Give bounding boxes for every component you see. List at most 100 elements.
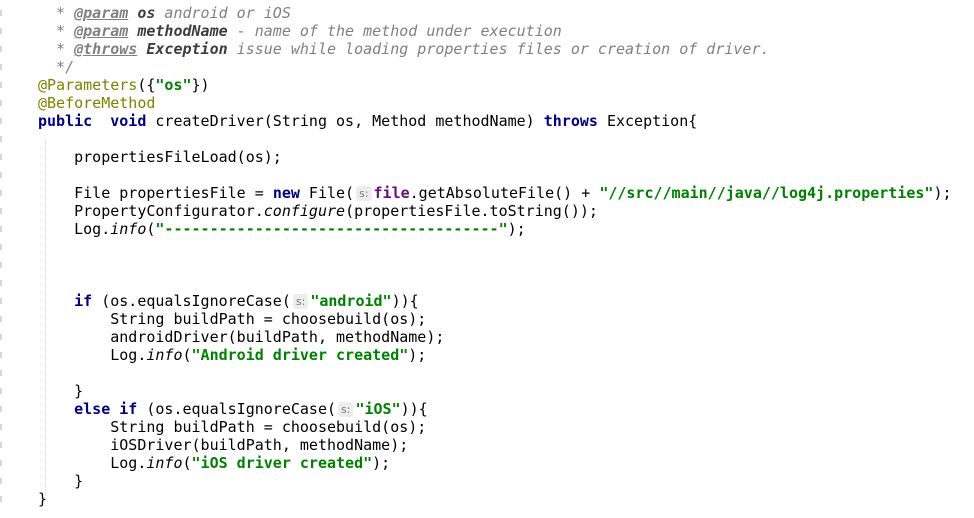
gutter-marker xyxy=(0,460,2,466)
code-token: * xyxy=(38,4,75,22)
code-line[interactable]: else if (os.equalsIgnoreCase(s: "iOS")){ xyxy=(38,400,428,418)
code-token: ( xyxy=(182,454,192,472)
code-line[interactable]: File propertiesFile = new File(s: file.ge… xyxy=(38,184,952,202)
code-token: } xyxy=(38,382,84,400)
parameter-hint: s: xyxy=(338,402,354,417)
code-line[interactable]: String buildPath = choosebuild(os); xyxy=(38,418,426,436)
code-token: info xyxy=(110,220,147,238)
code-token: (os.equalsIgnoreCase( xyxy=(92,292,291,310)
code-token: )){ xyxy=(391,292,419,310)
code-token: @param xyxy=(74,4,129,22)
gutter-marker xyxy=(0,424,2,430)
code-token: @Parameters xyxy=(38,76,138,94)
code-token: Exception xyxy=(146,40,228,58)
code-token: * xyxy=(38,40,75,58)
code-token: Log. xyxy=(38,454,147,472)
gutter-marker xyxy=(0,100,2,106)
code-line[interactable]: * @throws Exception issue while loading … xyxy=(38,40,770,58)
code-token: - name of the method under execution xyxy=(227,22,562,40)
code-token: "//src//main//java//log4j.properties" xyxy=(599,184,934,202)
code-token: androidDriver(buildPath, methodName); xyxy=(38,328,445,346)
code-token: file xyxy=(373,184,410,202)
code-line[interactable]: } xyxy=(38,490,47,508)
gutter-marker xyxy=(0,370,2,376)
code-token: if xyxy=(74,292,93,310)
gutter-marker xyxy=(0,46,2,52)
gutter-marker xyxy=(0,244,2,250)
code-token: "-------------------------------------" xyxy=(155,220,508,238)
code-token: createDriver(String os, Method methodNam… xyxy=(146,112,544,130)
code-token: android or iOS xyxy=(155,4,291,22)
code-token: Log. xyxy=(38,220,111,238)
code-token: }) xyxy=(191,76,210,94)
code-line[interactable]: public void createDriver(String os, Meth… xyxy=(38,112,697,130)
gutter-marker xyxy=(0,406,2,412)
code-token: } xyxy=(38,472,84,490)
code-token: info xyxy=(146,454,183,472)
code-line[interactable]: propertiesFileLoad(os); xyxy=(38,148,282,166)
code-token: "iOS driver created" xyxy=(191,454,373,472)
code-token: ); xyxy=(408,346,427,364)
code-token: void xyxy=(110,112,147,130)
code-token: public xyxy=(38,112,93,130)
gutter-marker xyxy=(0,442,2,448)
code-token: ); xyxy=(933,184,952,202)
parameter-hint: s: xyxy=(356,186,372,201)
code-line[interactable]: * @param os android or iOS xyxy=(38,4,291,22)
gutter-marker xyxy=(0,298,2,304)
gutter-marker xyxy=(0,172,2,178)
code-line[interactable]: if (os.equalsIgnoreCase(s: "android")){ xyxy=(38,292,419,310)
parameter-hint: s: xyxy=(292,294,309,309)
code-token: Log. xyxy=(38,346,147,364)
code-token: issue while loading properties files or … xyxy=(227,40,770,58)
code-token: */ xyxy=(38,58,75,76)
code-token: new xyxy=(272,184,300,202)
code-token: info xyxy=(146,346,183,364)
code-line[interactable]: Log.info("iOS driver created"); xyxy=(38,454,390,472)
code-line[interactable]: @BeforeMethod xyxy=(38,94,155,112)
code-line[interactable]: androidDriver(buildPath, methodName); xyxy=(38,328,444,346)
code-token: ); xyxy=(372,454,391,472)
code-line[interactable]: } xyxy=(38,472,83,490)
code-line[interactable]: Log.info("Android driver created"); xyxy=(38,346,426,364)
code-token: * xyxy=(38,22,75,40)
code-token: ({ xyxy=(137,76,156,94)
code-token: "android" xyxy=(310,292,392,310)
code-token: "os" xyxy=(155,76,192,94)
code-line[interactable]: */ xyxy=(38,58,74,76)
code-line[interactable]: iOSDriver(buildPath, methodName); xyxy=(38,436,408,454)
code-line[interactable]: Log.info("------------------------------… xyxy=(38,220,526,238)
gutter-marker xyxy=(0,190,2,196)
code-token: } xyxy=(38,490,48,508)
code-token: Exception{ xyxy=(597,112,698,130)
code-token: File propertiesFile = xyxy=(38,184,273,202)
code-token: @param xyxy=(74,22,129,40)
gutter-marker xyxy=(0,118,2,124)
gutter-marker xyxy=(0,28,2,34)
code-token: File( xyxy=(299,184,355,202)
code-token: propertiesFileLoad(os); xyxy=(38,148,282,166)
code-line[interactable]: PropertyConfigurator.configure(propertie… xyxy=(38,202,598,220)
code-token: .getAbsoluteFile() + xyxy=(409,184,600,202)
gutter-marker xyxy=(0,478,2,484)
code-token: @throws xyxy=(74,40,138,58)
code-token: String buildPath = choosebuild(os); xyxy=(38,310,427,328)
code-line[interactable]: @Parameters({"os"}) xyxy=(38,76,210,94)
editor-gutter xyxy=(0,0,4,518)
code-line[interactable]: } xyxy=(38,382,83,400)
code-token: methodName xyxy=(137,22,228,40)
code-line[interactable]: String buildPath = choosebuild(os); xyxy=(38,310,426,328)
code-token: throws xyxy=(543,112,598,130)
code-token: ( xyxy=(182,346,192,364)
gutter-marker xyxy=(0,64,2,70)
code-token: String buildPath = choosebuild(os); xyxy=(38,418,427,436)
code-token: configure xyxy=(263,202,346,220)
code-line[interactable]: * @param methodName - name of the method… xyxy=(38,22,562,40)
code-token: PropertyConfigurator. xyxy=(38,202,264,220)
gutter-marker xyxy=(0,334,2,340)
gutter-marker xyxy=(0,388,2,394)
